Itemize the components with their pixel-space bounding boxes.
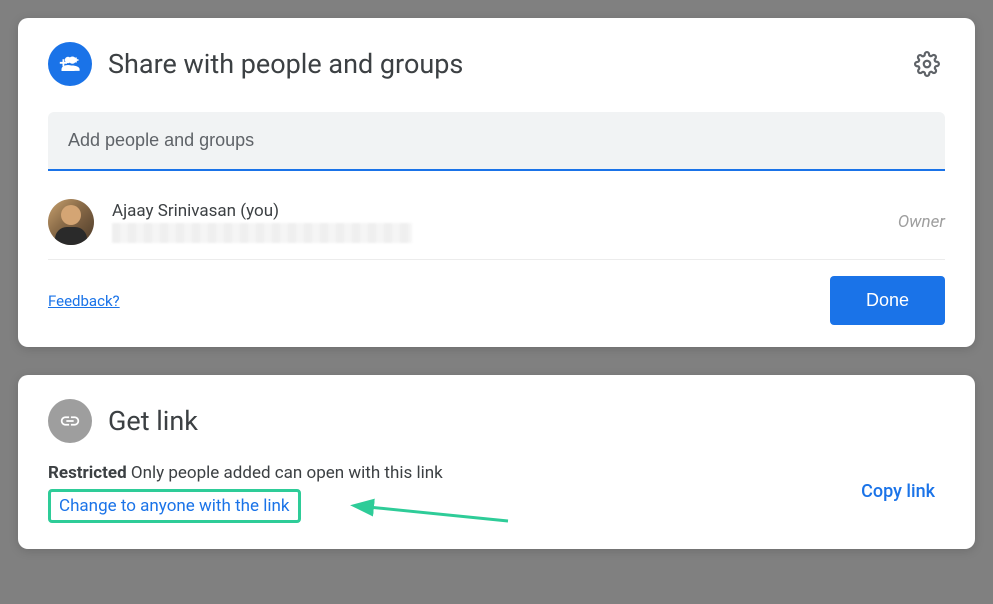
feedback-link[interactable]: Feedback? [48,292,120,310]
restriction-label: Restricted [48,463,127,483]
get-link-title: Get link [108,405,945,437]
link-icon [48,399,92,443]
share-header: Share with people and groups [48,42,945,86]
link-text-block: Restricted Only people added can open wi… [48,463,851,523]
role-label: Owner [898,212,945,232]
share-footer: Feedback? Done [48,260,945,325]
get-link-header: Get link [48,399,945,443]
person-name: Ajaay Srinivasan (you) [112,201,898,221]
get-link-card: Get link Restricted Only people added ca… [18,375,975,549]
gear-icon[interactable] [909,46,945,82]
done-button[interactable]: Done [830,276,945,325]
restriction-line: Restricted Only people added can open wi… [48,463,851,483]
add-people-input[interactable] [68,130,925,151]
person-add-icon [48,42,92,86]
restriction-desc: Only people added can open with this lin… [127,463,443,483]
link-body: Restricted Only people added can open wi… [48,463,945,523]
share-title: Share with people and groups [108,48,909,80]
avatar [48,199,94,245]
person-email-redacted [112,223,412,243]
share-dialog-card: Share with people and groups Ajaay Srini… [18,18,975,347]
copy-link-button[interactable]: Copy link [851,473,945,510]
annotation-highlight-box: Change to anyone with the link [48,489,301,523]
change-access-link[interactable]: Change to anyone with the link [59,496,290,516]
person-info: Ajaay Srinivasan (you) [112,201,898,243]
person-row: Ajaay Srinivasan (you) Owner [48,193,945,260]
add-people-input-bar[interactable] [48,112,945,171]
